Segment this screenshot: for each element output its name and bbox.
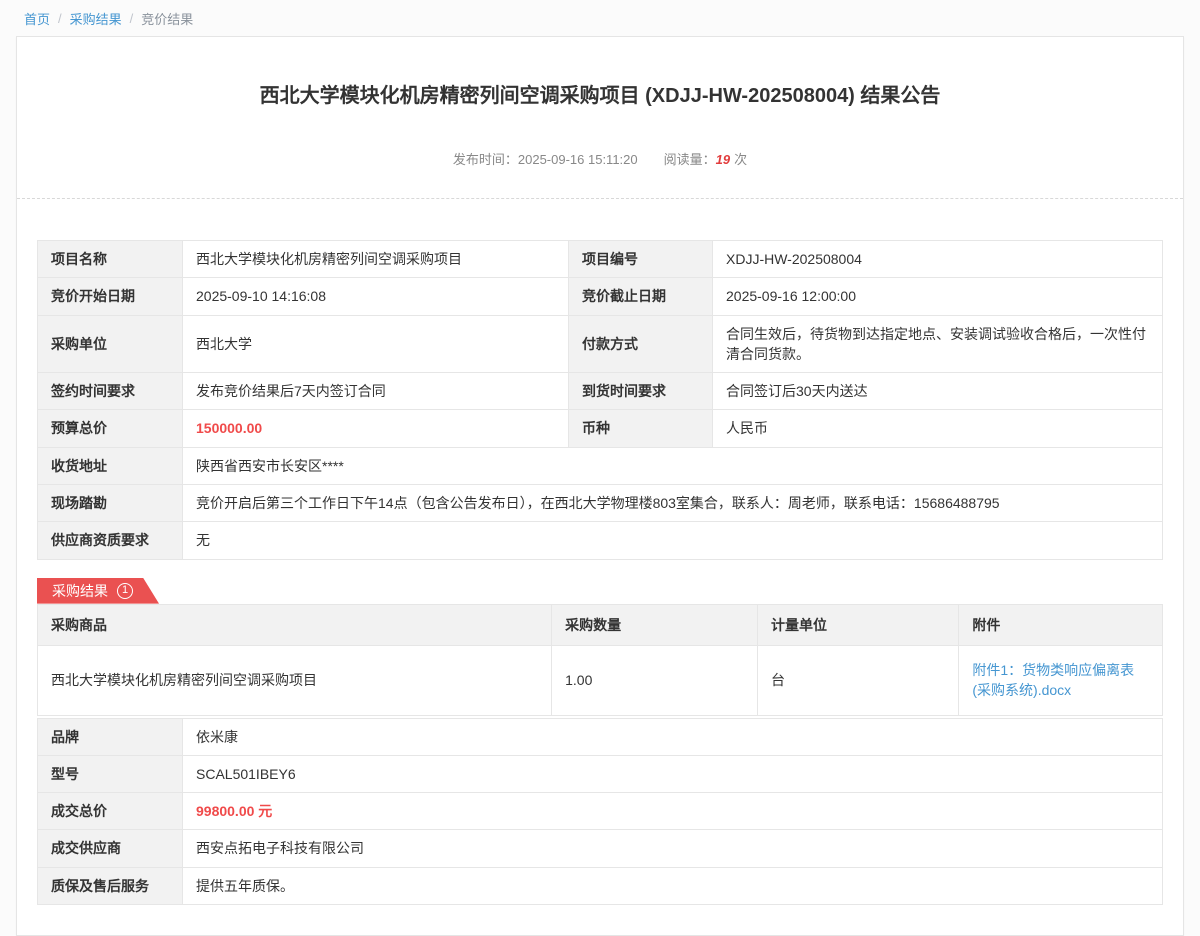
breadcrumb-current: 竞价结果 <box>141 9 193 28</box>
column-header-quantity: 采购数量 <box>552 604 758 645</box>
attachment-link[interactable]: 附件1：货物类响应偏离表(采购系统).docx <box>972 662 1134 698</box>
info-value-budget: 150000.00 <box>183 410 569 447</box>
table-row: 供应商资质要求 无 <box>38 522 1163 559</box>
column-header-product: 采购商品 <box>38 604 552 645</box>
info-label-supplier-qualification: 供应商资质要求 <box>38 522 183 559</box>
result-badge-label: 采购结果 <box>52 581 108 601</box>
info-value-project-number: XDJJ-HW-202508004 <box>713 241 1163 278</box>
info-label-site-survey: 现场踏勘 <box>38 485 183 522</box>
info-label-delivery-time: 到货时间要求 <box>569 373 713 410</box>
detail-label-warranty: 质保及售后服务 <box>38 867 183 904</box>
item-unit: 台 <box>758 645 959 715</box>
table-row: 项目名称 西北大学模块化机房精密列间空调采购项目 项目编号 XDJJ-HW-20… <box>38 241 1163 278</box>
breadcrumb-separator: / <box>130 11 134 26</box>
detail-label-winning-supplier: 成交供应商 <box>38 830 183 867</box>
item-product-name: 西北大学模块化机房精密列间空调采购项目 <box>38 645 552 715</box>
item-quantity: 1.00 <box>552 645 758 715</box>
result-detail-table: 品牌 依米康 型号 SCAL501IBEY6 成交总价 99800.00 元 成… <box>37 718 1163 905</box>
table-row: 采购单位 西北大学 付款方式 合同生效后，待货物到达指定地点、安装调试验收合格后… <box>38 315 1163 373</box>
table-row: 成交总价 99800.00 元 <box>38 793 1163 830</box>
publish-time-value: 2025-09-16 15:11:20 <box>518 152 638 167</box>
info-label-project-name: 项目名称 <box>38 241 183 278</box>
table-row: 收货地址 陕西省西安市长安区**** <box>38 447 1163 484</box>
breadcrumb: 首页 / 采购结果 / 竞价结果 <box>0 0 1200 36</box>
table-header-row: 采购商品 采购数量 计量单位 附件 <box>38 604 1163 645</box>
breadcrumb-section-link[interactable]: 采购结果 <box>70 9 122 28</box>
info-label-bid-end: 竞价截止日期 <box>569 278 713 315</box>
info-label-budget: 预算总价 <box>38 410 183 447</box>
info-value-currency: 人民币 <box>713 410 1163 447</box>
info-value-bid-end: 2025-09-16 12:00:00 <box>713 278 1163 315</box>
info-value-site-survey: 竞价开启后第三个工作日下午14点（包含公告发布日），在西北大学物理楼803室集合… <box>183 485 1163 522</box>
detail-label-final-price: 成交总价 <box>38 793 183 830</box>
info-value-delivery-address: 陕西省西安市长安区**** <box>183 447 1163 484</box>
detail-value-model: SCAL501IBEY6 <box>183 755 1163 792</box>
read-count-label: 阅读量： <box>664 152 716 167</box>
result-items-table: 采购商品 采购数量 计量单位 附件 西北大学模块化机房精密列间空调采购项目 1.… <box>37 604 1163 716</box>
read-count-value: 19 <box>716 152 730 167</box>
info-value-delivery-time: 合同签订后30天内送达 <box>713 373 1163 410</box>
info-label-bid-start: 竞价开始日期 <box>38 278 183 315</box>
detail-value-winning-supplier: 西安点拓电子科技有限公司 <box>183 830 1163 867</box>
table-row: 签约时间要求 发布竞价结果后7天内签订合同 到货时间要求 合同签订后30天内送达 <box>38 373 1163 410</box>
column-header-unit: 计量单位 <box>758 604 959 645</box>
publish-time-label: 发布时间： <box>453 152 518 167</box>
detail-value-warranty: 提供五年质保。 <box>183 867 1163 904</box>
info-value-sign-time: 发布竞价结果后7天内签订合同 <box>183 373 569 410</box>
table-row: 西北大学模块化机房精密列间空调采购项目 1.00 台 附件1：货物类响应偏离表(… <box>38 645 1163 715</box>
info-value-payment: 合同生效后，待货物到达指定地点、安装调试验收合格后，一次性付清合同货款。 <box>713 315 1163 373</box>
content-area: 项目名称 西北大学模块化机房精密列间空调采购项目 项目编号 XDJJ-HW-20… <box>17 199 1183 935</box>
info-value-project-name: 西北大学模块化机房精密列间空调采购项目 <box>183 241 569 278</box>
table-row: 型号 SCAL501IBEY6 <box>38 755 1163 792</box>
info-value-purchaser: 西北大学 <box>183 315 569 373</box>
project-info-table: 项目名称 西北大学模块化机房精密列间空调采购项目 项目编号 XDJJ-HW-20… <box>37 240 1163 560</box>
info-label-delivery-address: 收货地址 <box>38 447 183 484</box>
info-label-purchaser: 采购单位 <box>38 315 183 373</box>
info-label-project-number: 项目编号 <box>569 241 713 278</box>
info-label-sign-time: 签约时间要求 <box>38 373 183 410</box>
table-row: 品牌 依米康 <box>38 718 1163 755</box>
result-section-badge: 采购结果 1 <box>37 578 159 604</box>
detail-value-final-price: 99800.00 元 <box>183 793 1163 830</box>
table-row: 现场踏勘 竞价开启后第三个工作日下午14点（包含公告发布日），在西北大学物理楼8… <box>38 485 1163 522</box>
read-count-suffix: 次 <box>734 152 747 167</box>
info-value-bid-start: 2025-09-10 14:16:08 <box>183 278 569 315</box>
info-label-currency: 币种 <box>569 410 713 447</box>
column-header-attachment: 附件 <box>959 604 1163 645</box>
info-value-supplier-qualification: 无 <box>183 522 1163 559</box>
table-row: 竞价开始日期 2025-09-10 14:16:08 竞价截止日期 2025-0… <box>38 278 1163 315</box>
result-count-badge: 1 <box>117 583 133 599</box>
info-label-payment: 付款方式 <box>569 315 713 373</box>
detail-value-brand: 依米康 <box>183 718 1163 755</box>
table-row: 预算总价 150000.00 币种 人民币 <box>38 410 1163 447</box>
page-title: 西北大学模块化机房精密列间空调采购项目 (XDJJ-HW-202508004) … <box>17 37 1183 109</box>
detail-label-model: 型号 <box>38 755 183 792</box>
breadcrumb-separator: / <box>58 11 62 26</box>
table-row: 质保及售后服务 提供五年质保。 <box>38 867 1163 904</box>
table-row: 成交供应商 西安点拓电子科技有限公司 <box>38 830 1163 867</box>
breadcrumb-home-link[interactable]: 首页 <box>24 9 50 28</box>
detail-label-brand: 品牌 <box>38 718 183 755</box>
announcement-card: 西北大学模块化机房精密列间空调采购项目 (XDJJ-HW-202508004) … <box>16 36 1184 936</box>
publish-info-row: 发布时间：2025-09-16 15:11:20 阅读量：19 次 <box>17 149 1183 199</box>
